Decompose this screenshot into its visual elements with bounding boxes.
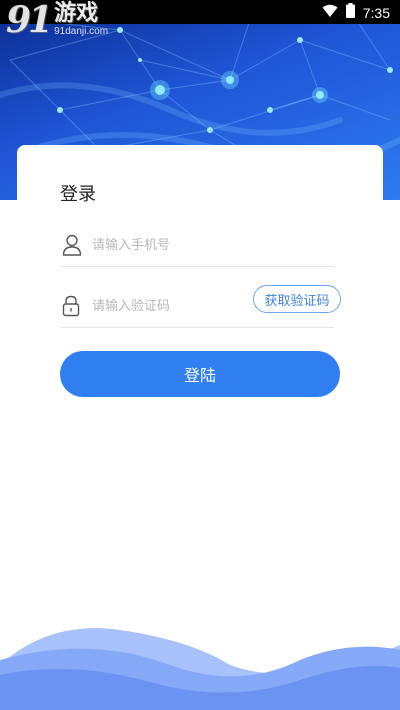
user-icon [62, 234, 82, 260]
wifi-icon [322, 3, 338, 22]
lock-icon [62, 295, 80, 321]
battery-icon [345, 3, 355, 22]
watermark-logo: 91 游戏 91danji.com [6, 0, 108, 41]
watermark-url: 91danji.com [54, 26, 109, 37]
status-icons: 7:35 [322, 3, 390, 22]
get-code-button[interactable]: 获取验证码 [253, 285, 341, 313]
status-time: 7:35 [362, 4, 390, 21]
bottom-waves [0, 628, 400, 710]
login-title: 登录 [60, 184, 96, 205]
phone-field [60, 222, 334, 267]
watermark-text: 游戏 91danji.com [54, 2, 108, 38]
watermark-name: 游戏 [54, 1, 99, 26]
phone-input[interactable] [92, 234, 272, 256]
code-input[interactable] [92, 295, 272, 317]
watermark-mark: 91 [6, 0, 53, 41]
login-button[interactable]: 登陆 [60, 351, 340, 397]
